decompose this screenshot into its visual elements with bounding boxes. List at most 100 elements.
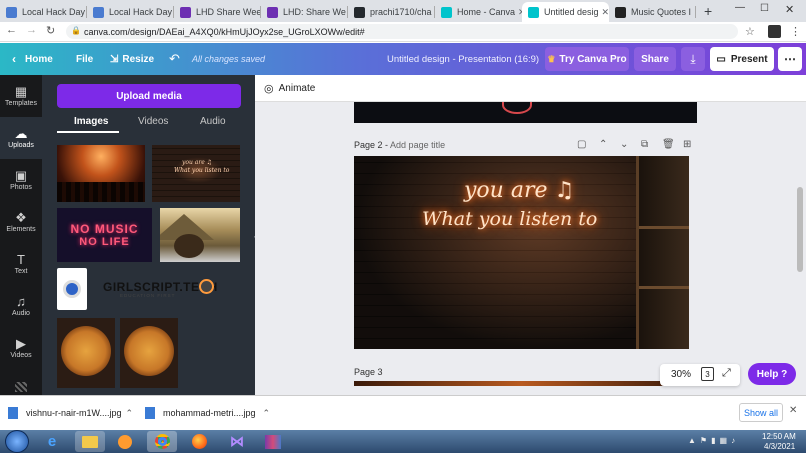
browser-tab[interactable]: Local Hack Day✕ (0, 2, 87, 22)
move-down-icon[interactable]: ⌄ (620, 139, 628, 150)
present-icon: ▭ (716, 53, 726, 65)
file-menu[interactable]: File (76, 43, 93, 75)
chrome-icon[interactable] (147, 431, 177, 452)
save-status: All changes saved (192, 54, 266, 64)
download-button[interactable]: ⤓ (681, 47, 705, 71)
upload-thumb-concert[interactable] (57, 145, 145, 202)
browser-tab[interactable]: LHD Share Wee✕ (174, 2, 261, 22)
present-button[interactable]: ▭ Present (710, 47, 774, 71)
help-button[interactable]: Help ? (748, 363, 796, 385)
show-all-button[interactable]: Show all (739, 403, 783, 422)
delete-page-icon[interactable]: 🗑 (662, 139, 675, 150)
browser-tab[interactable]: Music Quotes I✕ (609, 2, 696, 22)
bookshelf (636, 156, 689, 349)
canvas-scrollbar[interactable] (797, 187, 803, 272)
minimize-button[interactable]: — (735, 2, 745, 13)
tab-images[interactable]: Images (74, 116, 108, 127)
maximize-button[interactable]: ☐ (760, 3, 769, 14)
fullscreen-icon[interactable]: ⤢ (722, 367, 731, 380)
browser-tab[interactable]: prachi1710/cha✕ (348, 2, 435, 22)
browser-tab[interactable]: Local Hack Day✕ (87, 2, 174, 22)
bookmark-star-icon[interactable]: ☆ (745, 25, 755, 38)
rail-item-uploads[interactable]: ☁ Uploads (0, 117, 42, 159)
ie-icon[interactable]: e (37, 431, 67, 452)
resize-button[interactable]: ⇲ Resize (110, 43, 154, 75)
upload-thumb-no-music[interactable]: NO MUSIC NO LIFE (57, 208, 152, 262)
rail-item-elements[interactable]: ❖ Elements (0, 201, 42, 243)
design-title[interactable]: Untitled design - Presentation (16:9) (387, 43, 539, 75)
media-player-icon[interactable] (110, 431, 140, 452)
close-window-button[interactable]: ✕ (785, 3, 794, 16)
rail-item-photos[interactable]: ▣ Photos (0, 159, 42, 201)
upload-media-button[interactable]: Upload media (57, 84, 241, 108)
vs-icon[interactable]: ⋈ (222, 431, 252, 452)
rail-item-templates[interactable]: ▦ Templates (0, 75, 42, 117)
rail-item-text[interactable]: T Text (0, 243, 42, 285)
page-note-icon[interactable]: ▢ (577, 139, 586, 150)
page1-slide[interactable] (354, 102, 697, 123)
tab-close-icon[interactable]: ✕ (515, 7, 522, 18)
move-up-icon[interactable]: ⌃ (599, 139, 607, 150)
duplicate-page-icon[interactable]: ⧉ (641, 139, 648, 150)
try-pro-button[interactable]: ♛ Try Canva Pro (545, 47, 629, 71)
new-tab-button[interactable]: + (704, 3, 712, 19)
tab-title: Music Quotes I (631, 7, 692, 17)
browser-menu-icon[interactable]: ⋮ (790, 25, 801, 38)
rail-item-label: Photos (10, 184, 32, 191)
chevron-left-icon: ‹ (12, 52, 16, 66)
girlscript-logo-sub: EDUCATION FIRST (120, 293, 176, 298)
system-tray-icons[interactable]: ▲ ⚑ ▮ ▦ ♪ (688, 436, 752, 446)
browser-tab[interactable]: LHD: Share We✕ (261, 2, 348, 22)
rail-item-audio[interactable]: ♫ Audio (0, 285, 42, 327)
upload-thumb-neon-wall[interactable]: you are ♫ What you listen to (152, 145, 240, 202)
back-icon[interactable]: ← (6, 24, 17, 36)
rail-item-videos[interactable]: ▶ Videos (0, 327, 42, 369)
folder-shape (82, 435, 98, 448)
tab-favicon-icon (528, 6, 539, 18)
chevron-up-icon[interactable]: ⌃ (125, 408, 133, 419)
page3-slide[interactable] (354, 381, 689, 386)
page-count-button[interactable]: 3 (701, 367, 714, 381)
home-button[interactable]: ‹ Home (12, 43, 53, 75)
upload-thumb-pizza-2[interactable] (120, 318, 178, 388)
tab-favicon-icon (6, 6, 17, 18)
add-page-icon[interactable]: ⊞ (683, 139, 691, 150)
play-shape (118, 434, 132, 449)
neon-sign-line2: What you listen to (422, 208, 598, 230)
close-downloads-icon[interactable]: ✕ (789, 405, 797, 416)
undo-button[interactable]: ↶ (169, 43, 180, 75)
tab-favicon-icon (267, 6, 278, 18)
more-options-button[interactable]: ⋯ (778, 47, 802, 71)
reload-icon[interactable]: ↻ (46, 24, 55, 37)
winrar-icon[interactable] (258, 431, 288, 452)
clock-time[interactable]: 12:50 AM (762, 432, 796, 441)
page-title-input[interactable]: Add page title (390, 140, 445, 150)
page2-slide[interactable]: you are ♫ What you listen to (354, 156, 689, 349)
download-item[interactable]: mohammad-metri....jpg ⌃ (145, 403, 270, 423)
tab-audio[interactable]: Audio (200, 116, 226, 127)
start-button[interactable] (5, 430, 29, 453)
browser-tab[interactable]: Untitled desig ✕ (522, 2, 609, 22)
animate-button[interactable]: ◎ Animate (264, 82, 315, 95)
browser-tab[interactable]: Home - Canva ✕ (435, 2, 522, 22)
logo-circle (63, 280, 81, 298)
rail-more-icon[interactable] (15, 382, 27, 392)
chevron-up-icon[interactable]: ⌃ (262, 408, 270, 419)
forward-icon[interactable]: → (26, 24, 37, 36)
tab-videos[interactable]: Videos (138, 116, 168, 127)
zoom-level[interactable]: 30% (671, 369, 691, 380)
upload-thumb-car-road[interactable] (160, 208, 240, 262)
download-item[interactable]: vishnu-r-nair-m1W....jpg ⌃ (8, 403, 133, 423)
share-button[interactable]: Share (634, 47, 676, 71)
upload-thumb-girlscript-logo[interactable] (57, 268, 87, 310)
firefox-icon[interactable] (184, 431, 214, 452)
uploads-icon: ☁ (14, 126, 28, 141)
profile-avatar[interactable] (768, 25, 781, 38)
clock-date[interactable]: 4/3/2021 (764, 442, 795, 451)
explorer-icon[interactable] (75, 431, 105, 452)
tab-title: prachi1710/cha (370, 7, 432, 17)
network-icon: ▦ (719, 436, 728, 445)
chrome-shape (154, 434, 170, 449)
upload-thumb-pizza-1[interactable] (57, 318, 115, 388)
tab-close-icon[interactable]: ✕ (599, 7, 609, 18)
